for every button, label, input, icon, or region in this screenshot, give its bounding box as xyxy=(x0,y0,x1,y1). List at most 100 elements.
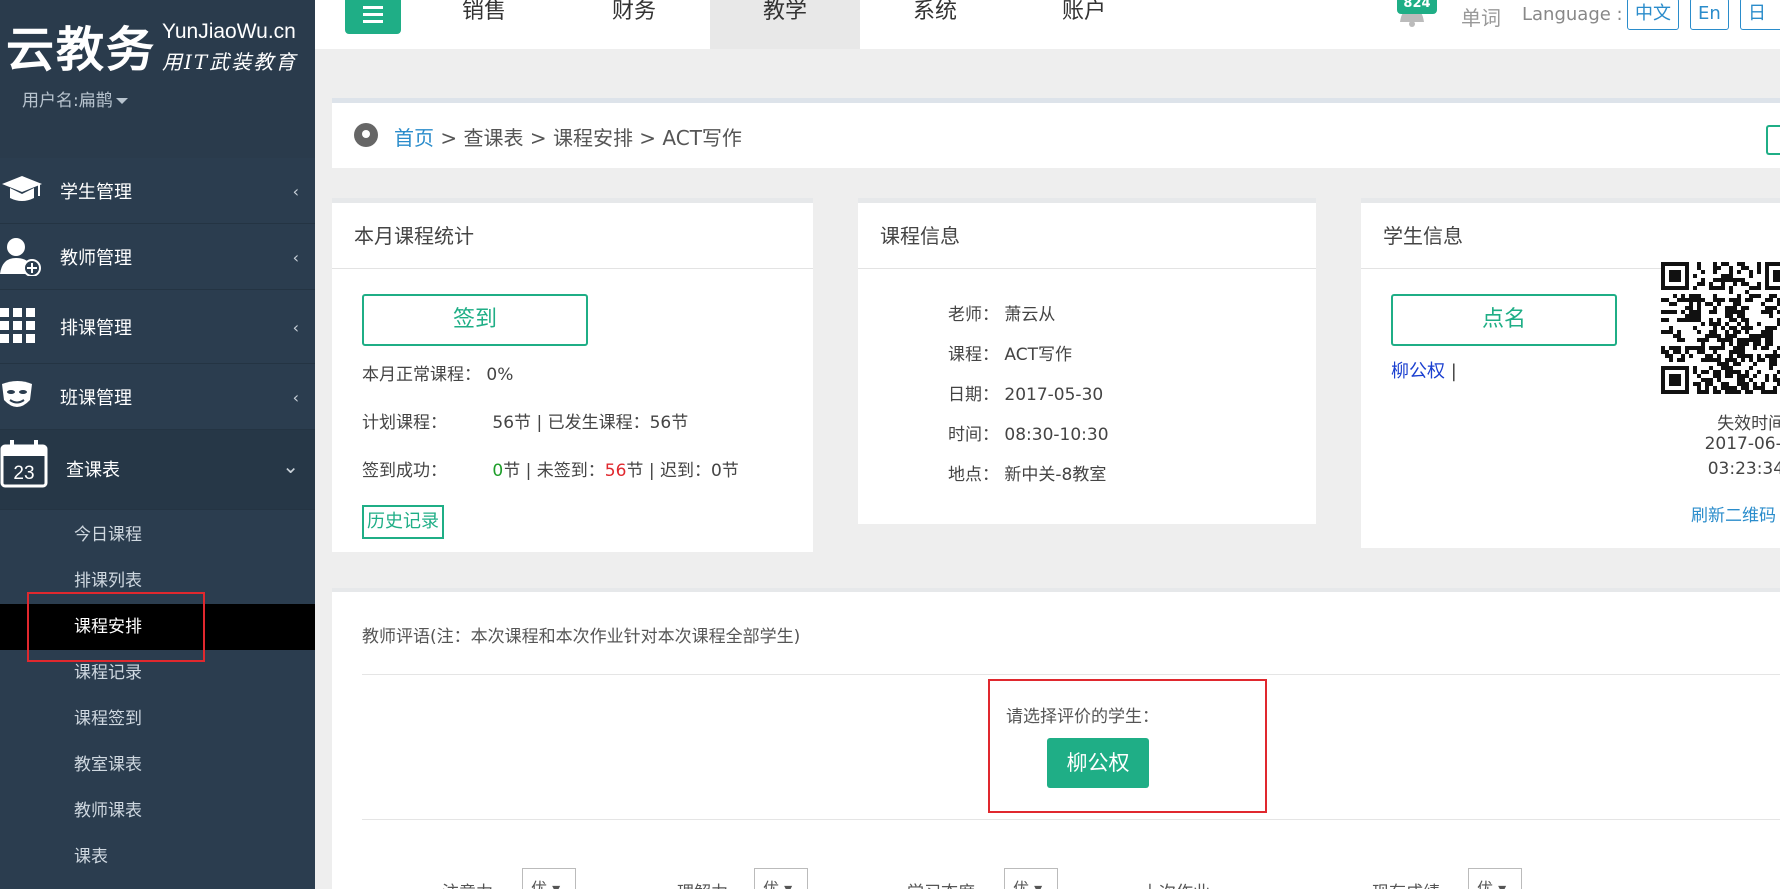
student-link[interactable]: 柳公权 xyxy=(1391,361,1445,382)
brand-area: 云教务 YunJiaoWu.cn 用IT武装教育 用户名:扁鹊 xyxy=(0,0,315,158)
late-value: 0节 xyxy=(710,461,739,481)
submenu-item-timetable[interactable]: 课表 xyxy=(0,834,315,880)
sidebar-menu: 学生管理 ‹ 教师管理 ‹ 排课管理 ‹ 班课管理 ‹ 23 查课表 ⌄ xyxy=(0,158,315,510)
qr-expire-label: 失效时间: xyxy=(1717,414,1780,434)
stat-label: | 迟到： xyxy=(648,461,711,481)
submenu-item-course-signin[interactable]: 课程签到 xyxy=(0,696,315,742)
stat-label: 签到成功： xyxy=(362,461,447,481)
select-value: 优 xyxy=(531,879,548,889)
info-label: 日期： xyxy=(948,385,999,405)
user-add-icon xyxy=(0,238,41,276)
teacher-value: 萧云从 xyxy=(1004,305,1056,325)
tab-account[interactable]: 账户 xyxy=(1009,0,1159,49)
qr-expire-time: 03:23:34.0 xyxy=(1707,459,1780,479)
refresh-qr-link[interactable]: 刷新二维码 xyxy=(1691,501,1776,526)
tab-finance[interactable]: 财务 xyxy=(559,0,709,49)
sidebar-item-classes[interactable]: 班课管理 ‹ xyxy=(0,364,315,430)
hamburger-bar xyxy=(363,6,383,9)
student-info-card: 学生信息 点名 柳公权 | 失效时间: 2017-06-29 03:23:34.… xyxy=(1361,198,1780,548)
teacher-row: 老师： 萧云从 xyxy=(948,300,1055,325)
info-label: 地点： xyxy=(948,465,999,485)
notification-badge: 824 xyxy=(1397,0,1437,14)
monthly-stats-card: 本月课程统计 签到 本月正常课程： 0% 计划课程： 56节 | 已发生课程：5… xyxy=(332,198,813,552)
word-link[interactable]: 单词 xyxy=(1461,2,1501,31)
sidebar-item-label: 教师管理 xyxy=(60,248,132,269)
breadcrumb-home-link[interactable]: 首页 xyxy=(394,126,434,150)
attention-select[interactable]: 优 ▾ xyxy=(522,868,576,889)
card-title: 学生信息 xyxy=(1361,203,1780,269)
user-menu[interactable]: 用户名:扁鹊 xyxy=(22,86,128,111)
select-value: 优 xyxy=(1013,879,1030,889)
chevron-left-icon: ‹ xyxy=(292,182,299,201)
sidebar-item-students[interactable]: 学生管理 ‹ xyxy=(0,158,315,224)
sidebar-item-teachers[interactable]: 教师管理 ‹ xyxy=(0,224,315,290)
stat-label: | 已发生课程： xyxy=(536,413,650,433)
language-zh-button[interactable]: 中文 xyxy=(1627,0,1679,30)
rating-label: 学习态度: xyxy=(907,878,981,889)
submenu-item-teacher-timetable[interactable]: 教师课表 xyxy=(0,788,315,834)
chevron-left-icon: ‹ xyxy=(292,248,299,267)
stat-value: 56节 xyxy=(649,413,689,433)
signin-success-value: 0 xyxy=(492,461,504,481)
location-value: 新中关-8教室 xyxy=(1004,465,1107,485)
score-select[interactable]: 优 ▾ xyxy=(1468,868,1522,889)
rollcall-button[interactable]: 点名 xyxy=(1391,294,1617,346)
course-row: 课程： ACT写作 xyxy=(948,340,1072,365)
location-row: 地点： 新中关-8教室 xyxy=(948,460,1106,485)
tab-teaching[interactable]: 教学 xyxy=(710,0,860,49)
top-navbar: 销售 财务 教学 系统 账户 824 单词 Language : 中文 En 日… xyxy=(315,0,1780,49)
sidebar-item-label: 班课管理 xyxy=(60,388,132,409)
breadcrumb-trail: > 查课表 > 课程安排 > ACT写作 xyxy=(434,126,742,150)
chevron-left-icon: ‹ xyxy=(292,388,299,407)
evaluation-title: 教师评语(注：本次课程和本次作业针对本次课程全部学生) xyxy=(362,627,801,647)
back-button[interactable] xyxy=(1766,125,1780,155)
user-name-label: 用户名:扁鹊 xyxy=(22,91,113,111)
tab-system[interactable]: 系统 xyxy=(860,0,1010,49)
date-row: 日期： 2017-05-30 xyxy=(948,380,1103,405)
language-label: Language : xyxy=(1522,4,1623,25)
rating-label: 上次作业: xyxy=(1142,878,1216,889)
info-label: 老师： xyxy=(948,305,999,325)
language-en-button[interactable]: En xyxy=(1690,0,1729,30)
stat-value: 0% xyxy=(486,365,514,385)
signin-button[interactable]: 签到 xyxy=(362,294,588,346)
date-value: 2017-05-30 xyxy=(1004,385,1104,405)
unit-label: 节 xyxy=(503,461,521,481)
chevron-down-icon: ⌄ xyxy=(282,454,299,478)
divider xyxy=(362,819,1780,820)
sidebar-item-scheduling[interactable]: 排课管理 ‹ xyxy=(0,290,315,364)
comprehension-select[interactable]: 优 ▾ xyxy=(754,868,808,889)
select-student-button[interactable]: 柳公权 xyxy=(1047,738,1149,788)
stat-value: 56节 xyxy=(492,413,532,433)
card-title: 本月课程统计 xyxy=(332,203,813,269)
brand-logo-en: YunJiaoWu.cn xyxy=(162,20,296,43)
calendar-icon-text: 23 xyxy=(13,463,34,484)
calendar-icon: 23 xyxy=(0,440,48,488)
graduation-cap-icon xyxy=(2,176,42,201)
history-button[interactable]: 历史记录 xyxy=(362,505,444,539)
select-value: 优 xyxy=(763,879,780,889)
language-ja-button[interactable]: 日本 xyxy=(1740,0,1780,30)
submenu-item-today[interactable]: 今日课程 xyxy=(0,512,315,558)
course-info-card: 课程信息 老师： 萧云从 课程： ACT写作 日期： 2017-05-30 时间… xyxy=(858,198,1316,524)
submenu-item-classroom-timetable[interactable]: 教室课表 xyxy=(0,742,315,788)
submenu-item-schedule-list[interactable]: 排课列表 xyxy=(0,558,315,604)
info-label: 课程： xyxy=(948,345,999,365)
attitude-select[interactable]: 优 ▾ xyxy=(1004,868,1058,889)
rating-label: 现有成绩: xyxy=(1372,878,1446,889)
sidebar-item-timetable[interactable]: 23 查课表 ⌄ xyxy=(0,430,315,510)
tab-sales[interactable]: 销售 xyxy=(409,0,559,49)
submenu-item-course-records[interactable]: 课程记录 xyxy=(0,650,315,696)
menu-toggle-button[interactable] xyxy=(345,0,401,34)
submenu-item-course-arrangement[interactable]: 课程安排 xyxy=(0,604,315,650)
rating-label: 理解力: xyxy=(677,878,734,889)
card-title: 课程信息 xyxy=(858,203,1316,269)
qr-expire-date: 2017-06-29 xyxy=(1704,434,1780,454)
unsigned-value: 56 xyxy=(604,461,627,481)
signin-stat: 签到成功： 0节 | 未签到：56节 | 迟到：0节 xyxy=(362,456,739,481)
course-value: ACT写作 xyxy=(1004,345,1072,365)
normal-course-stat: 本月正常课程： 0% xyxy=(362,360,513,385)
info-label: 时间： xyxy=(948,425,999,445)
rating-label: 注意力: xyxy=(442,878,499,889)
grid-icon xyxy=(0,308,35,343)
